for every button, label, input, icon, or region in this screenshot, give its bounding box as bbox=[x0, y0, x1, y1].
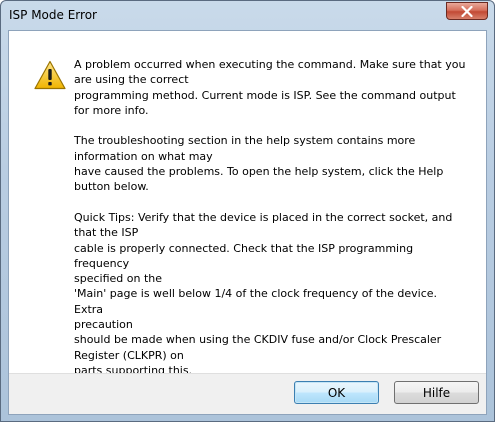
help-button[interactable]: Hilfe bbox=[394, 381, 479, 404]
close-icon bbox=[461, 5, 473, 17]
message-paragraph-problem: A problem occurred when executing the co… bbox=[74, 58, 466, 117]
ok-button[interactable]: OK bbox=[294, 381, 379, 404]
title-bar[interactable]: ISP Mode Error bbox=[1, 1, 494, 31]
error-message: A problem occurred when executing the co… bbox=[74, 57, 469, 378]
close-button[interactable] bbox=[446, 2, 488, 20]
button-bar: OK Hilfe bbox=[9, 373, 486, 414]
dialog-content: A problem occurred when executing the co… bbox=[8, 30, 487, 415]
message-paragraph-quick-tips: Quick Tips: Verify that the device is pl… bbox=[74, 210, 453, 377]
message-paragraph-troubleshooting: The troubleshooting section in the help … bbox=[74, 134, 444, 194]
window-title: ISP Mode Error bbox=[9, 8, 97, 22]
dialog-window: ISP Mode Error A problem occurred when e… bbox=[0, 0, 495, 422]
warning-icon bbox=[34, 60, 66, 90]
